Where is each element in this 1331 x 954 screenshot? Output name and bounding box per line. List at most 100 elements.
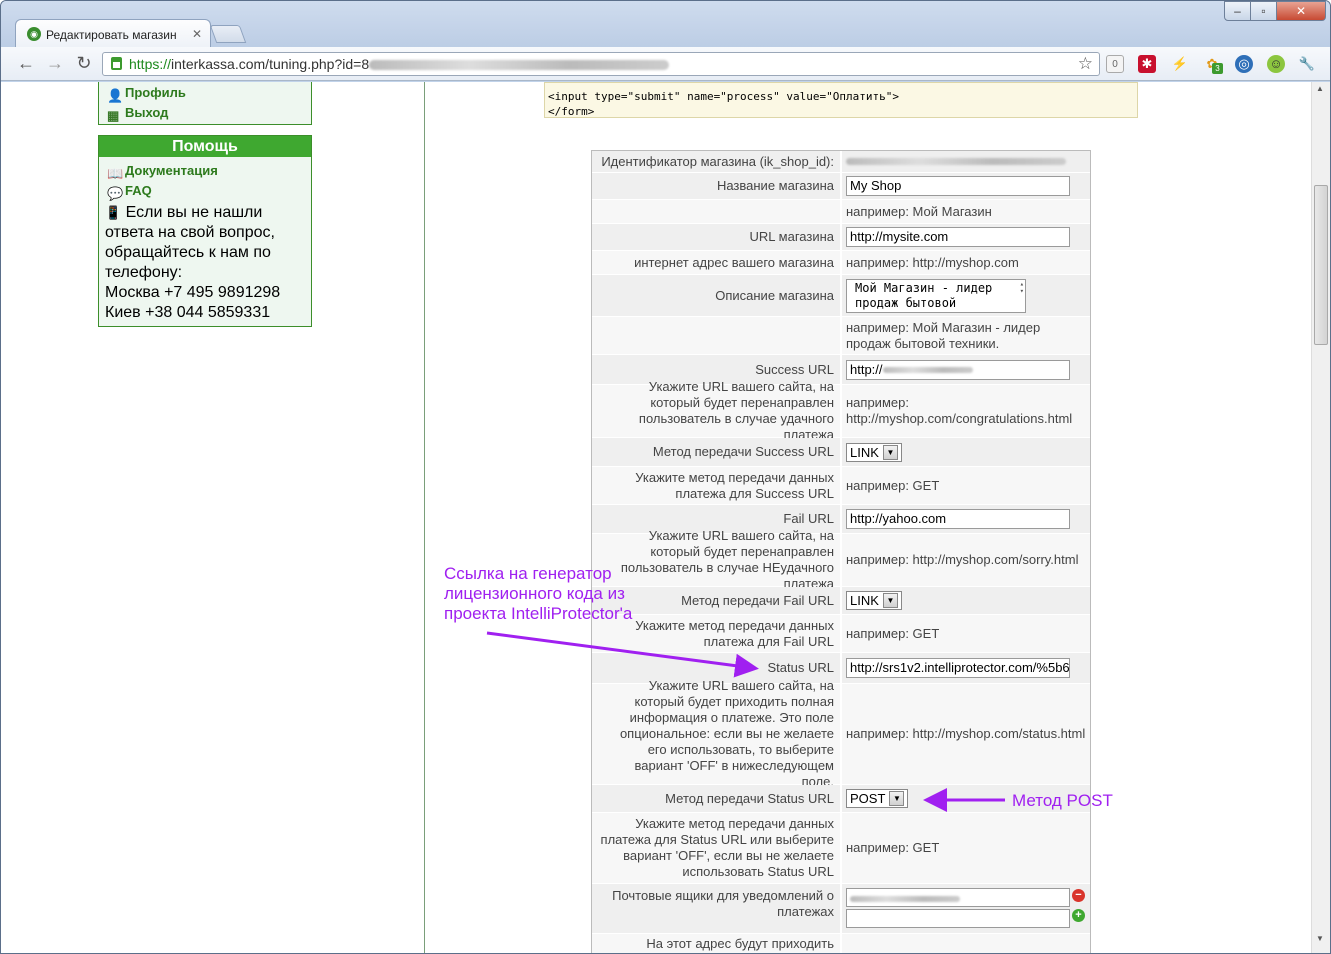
fail-method-hint: например: GET — [842, 615, 1090, 652]
lastpass-icon[interactable]: ✱ — [1138, 55, 1156, 73]
form-row-success-method-hint: Укажите метод передачи данных платежа дл… — [592, 467, 1090, 505]
interkassa-favicon-icon: ◉ — [27, 27, 41, 41]
faq-link[interactable]: 💬 FAQ — [99, 181, 311, 201]
form-row-shop-url-hint: интернет адрес вашего магазина например:… — [592, 251, 1090, 275]
annotation-line: проекта IntelliProtector'а — [444, 604, 633, 623]
help-line: Если вы не нашли — [125, 204, 263, 221]
wrench-icon[interactable]: 🔧 — [1298, 55, 1316, 73]
form-row-success-url-hint: Укажите URL вашего сайта, на который буд… — [592, 379, 1090, 442]
form-row-next: На этот адрес будут приходить — [592, 934, 1090, 953]
fail-method-value: LINK — [850, 593, 879, 608]
next-partial-label: На этот адрес будут приходить — [592, 934, 842, 953]
email-redacted — [850, 895, 960, 902]
success-method-select[interactable]: LINK ▼ — [846, 442, 902, 462]
url-scheme: https:// — [129, 56, 172, 72]
description-textarea[interactable]: Мой Магазин - лидер продаж бытовой ▴ ▾ — [846, 278, 1026, 313]
annotation-line: Ссылка на генератор — [444, 564, 612, 583]
email-input[interactable] — [846, 888, 1070, 907]
fail-url-cell: http://yahoo.com — [842, 505, 1090, 533]
empty-cell — [842, 934, 1090, 953]
back-icon[interactable]: ← — [15, 53, 37, 74]
tab-edit-shop[interactable]: ◉ Редактировать магазин ✕ — [15, 19, 211, 47]
add-email-icon[interactable]: + — [1072, 909, 1085, 922]
people-extension-icon[interactable]: ✿3 — [1203, 55, 1223, 74]
reload-icon[interactable]: ↻ — [73, 53, 95, 74]
minimize-button[interactable]: – — [1224, 1, 1251, 21]
status-method-select[interactable]: POST ▼ — [846, 789, 909, 808]
success-method-note: Укажите метод передачи данных платежа дл… — [592, 467, 842, 504]
form-row-shop-name: Название магазина My Shop — [592, 173, 1090, 200]
documentation-link-label: Документация — [125, 163, 218, 178]
success-url-note: Укажите URL вашего сайта, на который буд… — [592, 379, 842, 442]
shop-url-note: интернет адрес вашего магазина — [592, 251, 842, 274]
code-line: <input type="submit" name="process" valu… — [548, 90, 899, 103]
lightning-icon[interactable]: ⚡ — [1171, 55, 1189, 73]
shop-url-input[interactable]: http://mysite.com — [846, 227, 1070, 247]
logout-link-label: Выход — [125, 105, 169, 120]
form-row-status-method-hint: Укажите метод передачи данных платежа дл… — [592, 813, 1090, 884]
form-row-fail-method: Метод передачи Fail URL LINK ▼ — [592, 587, 1090, 615]
success-method-hint: например: GET — [842, 467, 1090, 504]
form-row-fail-method-hint: Укажите метод передачи данных платежа дл… — [592, 615, 1090, 653]
new-tab-button[interactable] — [209, 25, 247, 43]
column-divider — [424, 82, 425, 953]
scroll-down-icon[interactable]: ▼ — [1316, 934, 1324, 943]
status-url-input[interactable]: http://srs1v2.intelliprotector.com/%5b6 — [846, 658, 1070, 678]
faq-link-label: FAQ — [125, 183, 152, 198]
profile-link[interactable]: 👤 Профиль — [99, 83, 311, 103]
description-line: Мой Магазин - лидер — [855, 280, 993, 295]
people-badge: 3 — [1212, 63, 1223, 74]
close-window-button[interactable]: ✕ — [1276, 1, 1326, 21]
form-row-shop-url: URL магазина http://mysite.com — [592, 224, 1090, 251]
exit-icon: ▦ — [107, 108, 120, 123]
tab-title: Редактировать магазин — [46, 28, 177, 42]
fail-url-input[interactable]: http://yahoo.com — [846, 509, 1070, 529]
browser-toolbar: ← → ↻ https://interkassa.com/tuning.php?… — [1, 47, 1330, 81]
success-url-redacted — [882, 367, 973, 374]
scrollbar-thumb[interactable] — [1314, 185, 1328, 345]
email-input-new[interactable] — [846, 909, 1070, 928]
form-row-shop-name-hint: например: Мой Магазин — [592, 200, 1090, 224]
fail-method-select[interactable]: LINK ▼ — [846, 591, 902, 610]
textarea-resize-icon[interactable]: ▴ ▾ — [1020, 280, 1024, 295]
scroll-up-icon[interactable]: ▲ — [1316, 84, 1324, 93]
shop-name-hint: например: Мой Магазин — [842, 200, 1090, 223]
title-bar: ◉ Редактировать магазин ✕ – ▫ ✕ — [1, 1, 1330, 47]
success-url-input[interactable]: http:// — [846, 359, 1070, 380]
forward-icon[interactable]: → — [44, 53, 66, 74]
vertical-scrollbar[interactable]: ▲ ▼ — [1311, 82, 1330, 953]
lock-icon — [111, 57, 122, 70]
maximize-button[interactable]: ▫ — [1250, 1, 1277, 21]
phone-icon: 📱 — [105, 205, 122, 220]
remove-email-icon[interactable]: − — [1072, 889, 1085, 902]
status-method-note: Укажите метод передачи данных платежа дл… — [592, 813, 842, 883]
address-bar[interactable]: https://interkassa.com/tuning.php?id=8 ☆ — [102, 52, 1100, 76]
logout-link[interactable]: ▦ Выход — [99, 103, 311, 123]
form-row-status-url-hint: Укажите URL вашего сайта, на который буд… — [592, 678, 1090, 789]
description-line: продаж бытовой — [855, 295, 957, 310]
success-method-value: LINK — [850, 444, 879, 460]
shop-url-hint: например: http://myshop.com — [842, 251, 1090, 274]
shop-name-input[interactable]: My Shop — [846, 176, 1070, 196]
browser-window: ◉ Редактировать магазин ✕ – ▫ ✕ ← → ↻ ht… — [0, 0, 1331, 954]
form-row-description-hint: например: Мой Магазин - лидер продаж быт… — [592, 317, 1090, 355]
status-method-value: POST — [850, 791, 886, 806]
help-line: Москва +7 495 9891298 — [105, 284, 281, 301]
target-extension-icon[interactable]: ◎ — [1235, 55, 1253, 73]
help-line: телефону: — [105, 264, 183, 281]
shop-name-cell: My Shop — [842, 173, 1090, 199]
shop-id-label: Идентификатор магазина (ik_shop_id): — [592, 151, 842, 172]
status-url-cell: http://srs1v2.intelliprotector.com/%5b6 — [842, 653, 1090, 683]
success-method-label: Метод передачи Success URL — [592, 438, 842, 466]
counter-extension-icon[interactable]: 0 — [1106, 55, 1124, 73]
user-menu-box: 👤 Профиль ▦ Выход — [98, 82, 312, 125]
star-icon[interactable]: ☆ — [1078, 53, 1093, 75]
close-tab-icon[interactable]: ✕ — [192, 27, 202, 41]
chevron-down-icon: ▼ — [882, 444, 898, 460]
documentation-link[interactable]: 📖 Документация — [99, 161, 311, 181]
success-url-cell: http:// — [842, 355, 1090, 384]
shop-name-label: Название магазина — [592, 173, 842, 199]
fail-method-cell: LINK ▼ — [842, 587, 1090, 614]
fail-url-hint: например: http://myshop.com/sorry.html — [842, 534, 1090, 586]
smiley-extension-icon[interactable]: ☺ — [1267, 55, 1285, 73]
